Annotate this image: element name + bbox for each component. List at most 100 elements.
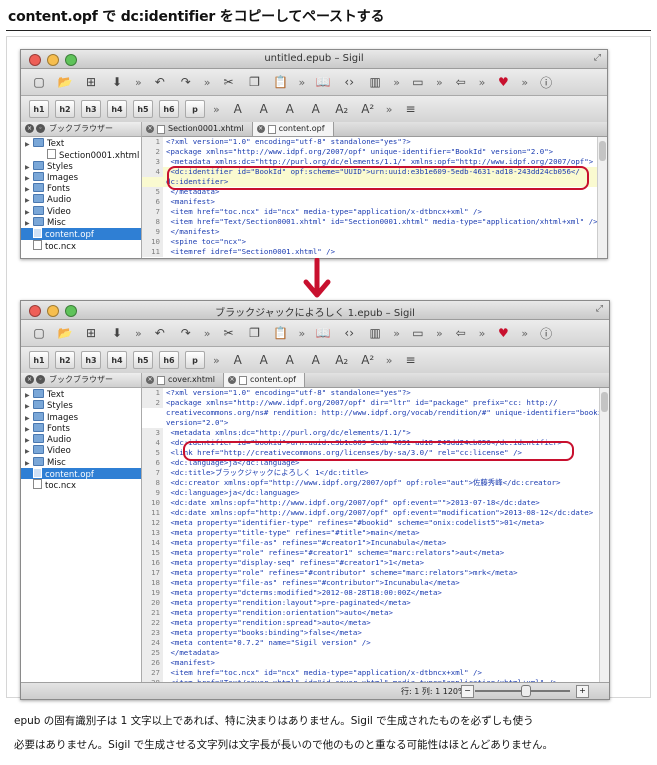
tree-item[interactable]: content.opf — [21, 228, 141, 240]
more-chevron-icon[interactable]: » — [477, 76, 488, 89]
back-arrow-icon[interactable]: ⇦ — [451, 324, 471, 342]
heading-h4-button[interactable]: h4 — [107, 351, 127, 369]
screen-icon[interactable]: ▭ — [408, 73, 428, 91]
save-icon[interactable]: ⬇ — [107, 73, 127, 91]
tab-close-icon[interactable]: × — [256, 125, 265, 133]
zoom-slider-knob[interactable] — [521, 685, 531, 697]
code-view-icon[interactable]: ‹› — [339, 324, 359, 342]
italic-a-icon[interactable]: A — [254, 351, 274, 369]
more-chevron-icon[interactable]: » — [434, 76, 445, 89]
disclosure-triangle-icon[interactable]: ▶ — [25, 139, 33, 150]
panel-close-icon[interactable]: × — [25, 124, 34, 133]
copy-icon[interactable]: ❐ — [244, 73, 264, 91]
tree-item[interactable]: toc.ncx — [21, 479, 141, 491]
redo-icon[interactable]: ↷ — [176, 73, 196, 91]
tree-item[interactable]: toc.ncx — [21, 239, 141, 252]
more-chevron-icon[interactable]: » — [519, 76, 530, 89]
tree-item[interactable]: ▶ Audio — [21, 434, 141, 445]
heading-h3-button[interactable]: h3 — [81, 351, 101, 369]
more-chevron-icon[interactable]: » — [133, 327, 144, 340]
copy-icon[interactable]: ❐ — [244, 324, 264, 342]
redo-icon[interactable]: ↷ — [176, 324, 196, 342]
more-chevron-icon[interactable]: » — [434, 327, 445, 340]
split-view-icon[interactable]: ▥ — [365, 73, 385, 91]
more-chevron-icon[interactable]: » — [296, 327, 307, 340]
subscript-icon[interactable]: A₂ — [332, 100, 352, 118]
panel-float-icon[interactable]: ◦ — [36, 124, 45, 133]
donate-heart-icon[interactable]: ♥ — [493, 324, 513, 342]
tree-item[interactable]: ▶ Fonts — [21, 183, 141, 194]
underline-a-icon[interactable]: A — [280, 351, 300, 369]
info-icon[interactable]: ⓘ — [536, 324, 556, 342]
add-file-icon[interactable]: ⊞ — [81, 324, 101, 342]
tree-item[interactable]: ▶ Styles — [21, 160, 141, 172]
editor-tab[interactable]: × content.opf — [224, 373, 305, 387]
split-view-icon[interactable]: ▥ — [365, 324, 385, 342]
cut-icon[interactable]: ✂ — [218, 73, 238, 91]
cut-icon[interactable]: ✂ — [218, 324, 238, 342]
underline-a-icon[interactable]: A — [280, 100, 300, 118]
heading-h6-button[interactable]: h6 — [159, 100, 179, 118]
back-arrow-icon[interactable]: ⇦ — [451, 73, 471, 91]
heading-h5-button[interactable]: h5 — [133, 351, 153, 369]
more-chevron-icon[interactable]: » — [202, 76, 213, 89]
fullscreen-icon[interactable]: ⤢ — [594, 53, 601, 63]
bold-a-icon[interactable]: A — [228, 351, 248, 369]
more-chevron-icon[interactable]: » — [391, 327, 402, 340]
bold-a-icon[interactable]: A — [228, 100, 248, 118]
tree-item[interactable]: ▶ Fonts — [21, 422, 141, 434]
zoom-out-button[interactable]: − — [461, 685, 474, 698]
more-chevron-icon[interactable]: » — [296, 76, 307, 89]
more-chevron-icon[interactable]: » — [477, 327, 488, 340]
subscript-icon[interactable]: A₂ — [332, 351, 352, 369]
tree-item[interactable]: ▶ Text — [21, 138, 141, 149]
vertical-scrollbar[interactable] — [599, 388, 609, 683]
more-chevron-icon[interactable]: » — [391, 76, 402, 89]
tree-item[interactable]: Section0001.xhtml — [21, 149, 141, 161]
more-chevron-icon[interactable]: » — [211, 354, 222, 367]
undo-icon[interactable]: ↶ — [150, 73, 170, 91]
strike-a-icon[interactable]: A — [306, 100, 326, 118]
tab-close-icon[interactable]: × — [146, 125, 154, 133]
open-folder-icon[interactable]: 📂 — [55, 73, 75, 91]
more-chevron-icon[interactable]: » — [133, 76, 144, 89]
tree-item[interactable]: ▶ Video — [21, 445, 141, 456]
panel-close-icon[interactable]: × — [25, 375, 34, 384]
tab-close-icon[interactable]: × — [146, 376, 154, 384]
paragraph-button[interactable]: p — [185, 100, 205, 118]
more-chevron-icon[interactable]: » — [384, 103, 395, 116]
paste-icon[interactable]: 📋 — [270, 73, 290, 91]
italic-a-icon[interactable]: A — [254, 100, 274, 118]
editor-tab[interactable]: × content.opf — [252, 122, 334, 136]
tree-item[interactable]: content.opf — [21, 468, 141, 480]
superscript-icon[interactable]: A² — [358, 351, 378, 369]
zoom-in-button[interactable]: + — [576, 685, 589, 698]
editor-tab[interactable]: × cover.xhtml — [142, 373, 225, 387]
tree-item[interactable]: ▶ Images — [21, 171, 141, 183]
heading-h4-button[interactable]: h4 — [107, 100, 127, 118]
tree-item[interactable]: ▶ Video — [21, 205, 141, 217]
heading-h1-button[interactable]: h1 — [29, 351, 49, 369]
save-icon[interactable]: ⬇ — [107, 324, 127, 342]
paragraph-button[interactable]: p — [185, 351, 205, 369]
more-chevron-icon[interactable]: » — [211, 103, 222, 116]
scroll-thumb[interactable] — [601, 392, 608, 412]
heading-h5-button[interactable]: h5 — [133, 100, 153, 118]
fullscreen-icon[interactable]: ⤢ — [596, 304, 603, 314]
book-view-icon[interactable]: 📖 — [313, 73, 333, 91]
paste-icon[interactable]: 📋 — [270, 324, 290, 342]
align-icon[interactable]: ≡ — [400, 351, 420, 369]
open-folder-icon[interactable]: 📂 — [55, 324, 75, 342]
tree-item[interactable]: ▶ Audio — [21, 194, 141, 205]
add-file-icon[interactable]: ⊞ — [81, 73, 101, 91]
book-view-icon[interactable]: 📖 — [313, 324, 333, 342]
code-view-icon[interactable]: ‹› — [339, 73, 359, 91]
info-icon[interactable]: ⓘ — [536, 73, 556, 91]
tree-item[interactable]: ▶ Misc — [21, 456, 141, 468]
tree-item[interactable]: ▶ Text — [21, 389, 141, 400]
panel-float-icon[interactable]: ◦ — [36, 375, 45, 384]
tab-close-icon[interactable]: × — [228, 376, 237, 384]
tree-item[interactable]: ▶ Misc — [21, 217, 141, 228]
scroll-thumb[interactable] — [599, 141, 606, 161]
more-chevron-icon[interactable]: » — [384, 354, 395, 367]
